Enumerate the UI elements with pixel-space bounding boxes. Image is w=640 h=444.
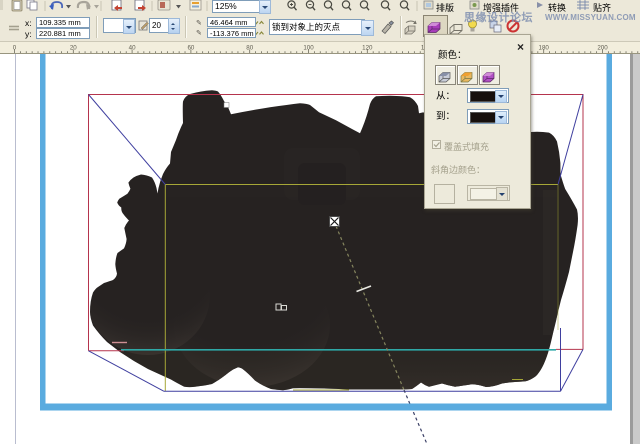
svg-text:✎: ✎ [196, 20, 202, 27]
svg-text:✎: ✎ [196, 30, 202, 37]
